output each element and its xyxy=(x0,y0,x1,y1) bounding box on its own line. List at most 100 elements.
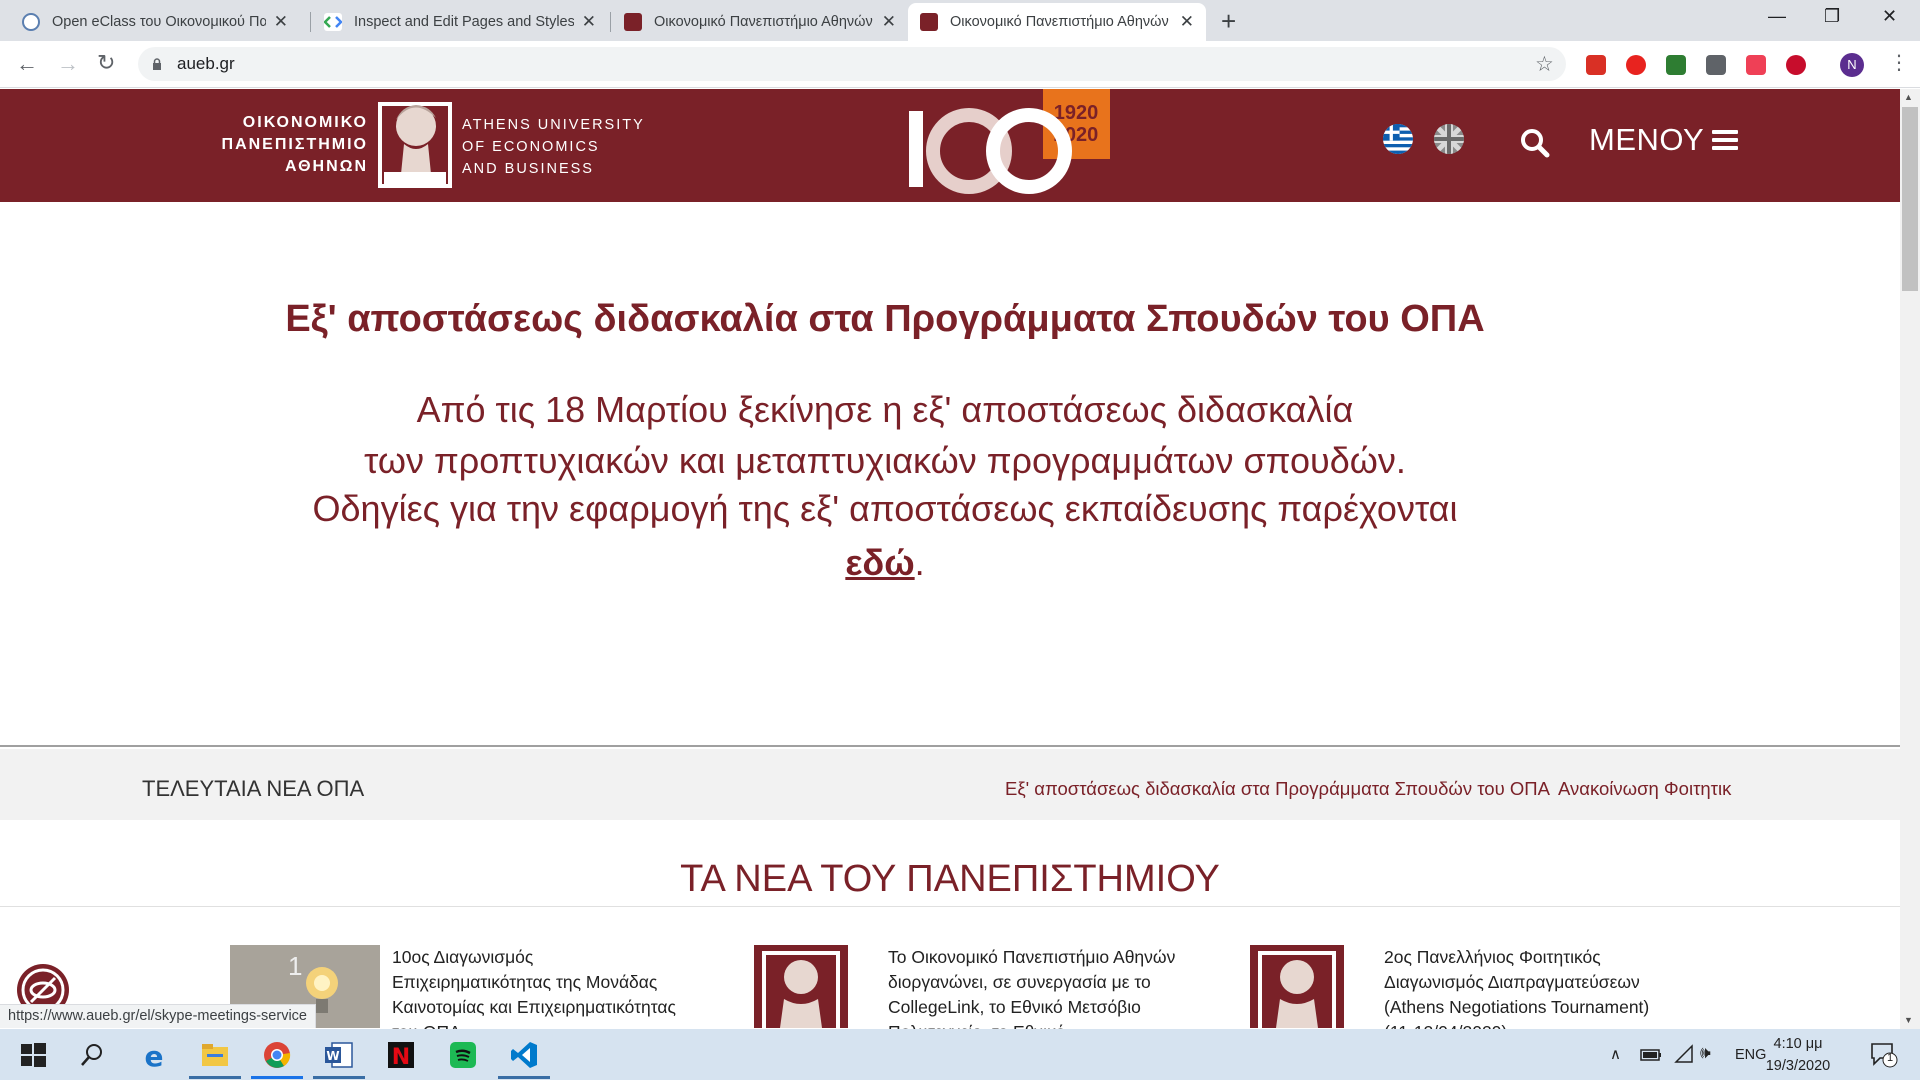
news-thumbnail[interactable] xyxy=(754,945,848,1028)
svg-text:e: e xyxy=(145,1040,164,1070)
close-icon[interactable]: ✕ xyxy=(882,12,896,32)
hero-link-line: εδώ. xyxy=(0,542,1770,584)
wifi-icon[interactable] xyxy=(1674,1044,1694,1064)
battery-icon[interactable] xyxy=(1640,1048,1662,1062)
windows-start-icon[interactable] xyxy=(18,1040,48,1070)
logo-line: OF ECONOMICS xyxy=(462,139,600,155)
link-status-url: https://www.aueb.gr/el/skype-meetings-se… xyxy=(0,1004,316,1028)
card-line: 2ος Πανελλήνιος Φοιτητικός xyxy=(1384,947,1601,967)
tab-aueb[interactable]: Οικονομικό Πανεπιστήμιο Αθηνών ✕ xyxy=(612,3,908,41)
hero-line: Από τις 18 Μαρτίου ξεκίνησε η εξ' αποστά… xyxy=(416,389,1354,430)
news-thumbnail[interactable] xyxy=(1250,945,1344,1028)
close-icon[interactable]: ✕ xyxy=(582,12,596,32)
extension-red-shield-icon[interactable] xyxy=(1626,55,1646,75)
scroll-down-arrow-icon[interactable]: ▼ xyxy=(1904,1015,1913,1025)
edge-icon[interactable]: e xyxy=(139,1040,169,1070)
card-line: Καινοτομίας και Επιχειρηματικότητας xyxy=(392,997,676,1017)
reload-button[interactable]: ↻ xyxy=(97,50,115,76)
scroll-up-arrow-icon[interactable]: ▲ xyxy=(1904,92,1913,102)
browser-menu-icon[interactable]: ⋮ xyxy=(1889,50,1909,75)
svg-text:N: N xyxy=(392,1045,410,1070)
tab-title: Open eClass του Οικονομικού Πανεπιστημίο… xyxy=(52,14,266,30)
section-divider xyxy=(0,906,1900,907)
tab-inspect[interactable]: Inspect and Edit Pages and Styles ✕ xyxy=(312,3,608,41)
extension-download-icon[interactable] xyxy=(1706,55,1726,75)
chrome-icon[interactable] xyxy=(262,1040,292,1070)
tab-aueb-active[interactable]: Οικονομικό Πανεπιστήμιο Αθηνών ✕ xyxy=(908,3,1206,41)
latest-news-item[interactable]: Εξ' αποστάσεως διδασκαλία στα Προγράμματ… xyxy=(1005,778,1550,800)
menu-button[interactable]: ΜΕΝΟΥ xyxy=(1589,122,1739,158)
netflix-icon[interactable]: N xyxy=(386,1040,416,1070)
tab-title: Οικονομικό Πανεπιστήμιο Αθηνών xyxy=(654,14,873,30)
lock-icon xyxy=(153,58,161,70)
extension-pencil-icon[interactable] xyxy=(1666,55,1686,75)
system-clock[interactable]: 4:10 μμ 19/3/2020 xyxy=(1762,1033,1834,1077)
aueb-icon xyxy=(920,13,938,31)
spotify-icon[interactable] xyxy=(448,1040,478,1070)
close-icon[interactable]: ✕ xyxy=(274,12,288,32)
latest-news-label: ΤΕΛΕΥΤΑΙΑ ΝΕΑ ΟΠΑ xyxy=(142,776,365,801)
hamburger-icon xyxy=(1712,126,1739,154)
restore-button[interactable]: ❐ xyxy=(1824,6,1840,27)
forward-button[interactable]: → xyxy=(57,51,79,77)
latest-news-item[interactable]: Ανακοίνωση Φοιτητικ xyxy=(1558,778,1734,800)
search-icon[interactable] xyxy=(1520,128,1550,158)
vscode-icon[interactable] xyxy=(509,1040,539,1070)
devtools-icon xyxy=(323,13,343,31)
tab-divider xyxy=(610,12,611,32)
search-icon[interactable] xyxy=(77,1040,107,1070)
logo-english-text[interactable]: ATHENS UNIVERSITY OF ECONOMICS AND BUSIN… xyxy=(462,114,645,180)
greek-flag-icon[interactable] xyxy=(1383,124,1413,154)
logo-greek-text[interactable]: ΟΙΚΟΝΟΜΙΚΟ ΠΑΝΕΠΙΣΤΗΜΙΟ ΑΘΗΝΩΝ xyxy=(178,112,368,178)
logo-line: ΠΑΝΕΠΙΣΤΗΜΙΟ xyxy=(221,136,368,153)
clock-date: 19/3/2020 xyxy=(1765,1058,1831,1074)
hero-line: Οδηγίες για την εφαρμογή της εξ' αποστάσ… xyxy=(312,488,1458,529)
scrollbar-thumb[interactable] xyxy=(1902,107,1918,291)
tab-divider xyxy=(310,12,311,32)
bookmark-star-icon[interactable]: ☆ xyxy=(1535,52,1554,77)
word-icon[interactable]: W xyxy=(324,1040,354,1070)
clock-time: 4:10 μμ xyxy=(1773,1036,1823,1052)
instructions-link[interactable]: εδώ xyxy=(845,542,914,583)
chrome-running-indicator xyxy=(251,1076,303,1079)
hero-link-suffix: . xyxy=(914,542,925,583)
menu-label: ΜΕΝΟΥ xyxy=(1589,122,1705,157)
logo-line: ATHENS UNIVERSITY xyxy=(462,117,645,133)
address-bar[interactable] xyxy=(138,47,1566,81)
card-line: 10ος Διαγωνισμός xyxy=(392,947,534,967)
card-line: Επιχειρηματικότητας της Μονάδας xyxy=(392,972,658,992)
minimize-button[interactable]: — xyxy=(1768,6,1786,27)
card-line: CollegeLink, το Εθνικό Μετσόβιο xyxy=(888,997,1141,1017)
extension-red-play-icon[interactable] xyxy=(1586,55,1606,75)
aueb-bust-logo-icon[interactable] xyxy=(374,92,456,190)
tray-overflow-chevron-icon[interactable]: ∧ xyxy=(1610,1045,1621,1063)
aueb-icon xyxy=(624,13,642,31)
notifications-icon[interactable] xyxy=(1870,1042,1898,1068)
url-text[interactable]: aueb.gr xyxy=(177,54,235,74)
uk-flag-icon[interactable] xyxy=(1434,124,1464,154)
extension-pocket-icon[interactable] xyxy=(1746,55,1766,75)
logo-line: AND BUSINESS xyxy=(462,161,594,177)
news-section-title: ΤΑ ΝΕΑ ΤΟΥ ΠΑΝΕΠΙΣΤΗΜΙΟΥ xyxy=(680,858,1220,900)
volume-icon[interactable]: 🕪 xyxy=(1700,1043,1711,1063)
file-explorer-running-indicator xyxy=(189,1076,241,1079)
tab-eclass[interactable]: Open eClass του Οικονομικού Πανεπιστημίο… xyxy=(10,3,300,41)
eclass-icon xyxy=(22,13,40,31)
hero-line: των προπτυχιακών και μεταπτυχιακών προγρ… xyxy=(364,440,1406,481)
notification-count: 1 xyxy=(1887,1052,1894,1064)
logo-line: ΑΘΗΝΩΝ xyxy=(284,158,368,175)
profile-avatar[interactable]: N xyxy=(1840,53,1864,77)
svg-text:1: 1 xyxy=(288,951,302,981)
years-top: 1920 xyxy=(1054,102,1099,124)
file-explorer-icon[interactable] xyxy=(200,1040,230,1070)
close-window-button[interactable]: ✕ xyxy=(1882,6,1897,27)
close-icon[interactable]: ✕ xyxy=(1180,12,1194,32)
back-button[interactable]: ← xyxy=(16,51,38,77)
adblock-plus-icon[interactable] xyxy=(1786,55,1806,75)
card-line: διοργανώνει, σε συνεργασία με το xyxy=(888,972,1151,992)
tab-title: Οικονομικό Πανεπιστήμιο Αθηνών xyxy=(950,14,1169,30)
word-running-indicator xyxy=(313,1076,365,1079)
new-tab-button[interactable]: + xyxy=(1221,6,1236,37)
card-line: (Athens Negotiations Tournament) xyxy=(1384,997,1650,1017)
tab-title: Inspect and Edit Pages and Styles xyxy=(354,14,574,30)
